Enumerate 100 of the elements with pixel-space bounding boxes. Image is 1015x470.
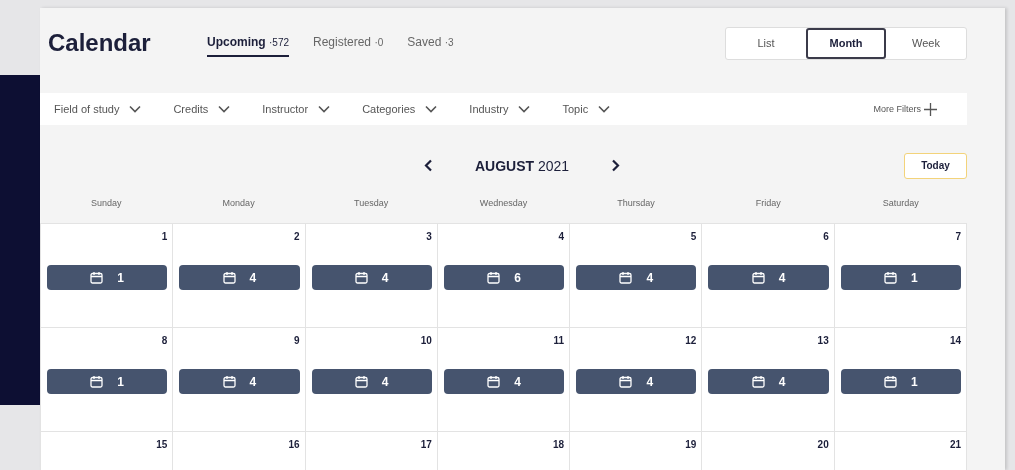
chevron-down-icon bbox=[218, 105, 231, 113]
view-toggle-button[interactable]: List bbox=[726, 27, 806, 59]
filter-dropdown[interactable]: Topic bbox=[562, 103, 611, 115]
day-cell[interactable]: 15 bbox=[41, 432, 174, 470]
day-number: 21 bbox=[949, 439, 961, 450]
month-label: AUGUST 2021 bbox=[474, 157, 570, 174]
day-number: 1 bbox=[161, 231, 168, 242]
day-cell[interactable]: 6 4 bbox=[702, 224, 835, 328]
day-cell[interactable]: 14 1 bbox=[834, 328, 967, 432]
event-count-button[interactable]: 4 bbox=[576, 265, 697, 290]
day-cell[interactable]: 16 bbox=[173, 432, 306, 470]
weekday-label: Sunday bbox=[89, 198, 123, 208]
weekday-label: Wednesday bbox=[478, 198, 529, 208]
day-number: 16 bbox=[288, 439, 300, 450]
filter-dropdown[interactable]: Industry bbox=[469, 103, 531, 115]
chevron-down-icon bbox=[518, 105, 531, 113]
event-count-button[interactable]: 4 bbox=[311, 369, 432, 394]
tab[interactable]: Registered ·0 bbox=[313, 29, 384, 57]
day-number: 12 bbox=[685, 335, 697, 346]
day-cell[interactable]: 2 4 bbox=[173, 224, 306, 328]
more-filters-button[interactable]: More Filters bbox=[873, 102, 937, 116]
next-month-button[interactable] bbox=[609, 157, 623, 174]
weekday-label: Friday bbox=[754, 198, 782, 208]
chevron-down-icon bbox=[318, 105, 331, 113]
event-count-button[interactable]: 4 bbox=[179, 265, 300, 290]
calendar-icon bbox=[751, 271, 765, 284]
day-number: 9 bbox=[294, 335, 300, 346]
tab[interactable]: Saved ·3 bbox=[407, 29, 454, 57]
calendar-icon bbox=[619, 271, 633, 284]
event-count-button[interactable]: 4 bbox=[576, 369, 697, 394]
day-cell[interactable]: 10 4 bbox=[305, 328, 438, 432]
day-number: 6 bbox=[823, 231, 829, 242]
event-count-button[interactable]: 1 bbox=[840, 265, 961, 290]
chevron-down-icon bbox=[598, 105, 611, 113]
day-cell[interactable]: 5 4 bbox=[570, 224, 703, 328]
day-cell[interactable]: 18 bbox=[437, 432, 571, 470]
day-cell[interactable]: 21 bbox=[834, 432, 967, 470]
event-count-button[interactable]: 1 bbox=[47, 265, 168, 290]
filter-dropdown[interactable]: Field of study bbox=[54, 103, 142, 115]
day-cell[interactable]: 19 bbox=[570, 432, 703, 470]
calendar-icon bbox=[222, 375, 236, 388]
day-cell[interactable]: 13 4 bbox=[702, 328, 835, 432]
day-number: 10 bbox=[420, 335, 432, 346]
calendar-icon bbox=[354, 271, 368, 284]
calendar-icon bbox=[487, 375, 501, 388]
day-number: 18 bbox=[553, 439, 565, 450]
event-count-button[interactable]: 4 bbox=[179, 369, 300, 394]
day-cell[interactable]: 3 4 bbox=[305, 224, 438, 328]
page-title: Calendar bbox=[48, 29, 152, 57]
event-count-button[interactable]: 4 bbox=[708, 265, 829, 290]
day-cell[interactable]: 4 6 bbox=[437, 224, 571, 328]
day-number: 4 bbox=[558, 231, 565, 242]
filter-dropdown[interactable]: Credits bbox=[173, 103, 231, 115]
calendar-icon bbox=[90, 271, 104, 284]
event-count-button[interactable]: 4 bbox=[708, 369, 829, 394]
calendar-icon bbox=[90, 375, 104, 388]
day-cell[interactable]: 17 bbox=[305, 432, 438, 470]
day-cell[interactable]: 9 4 bbox=[173, 328, 306, 432]
day-cell[interactable]: 1 1 bbox=[41, 224, 174, 328]
weekday-label: Saturday bbox=[881, 198, 920, 208]
day-cell[interactable]: 8 1 bbox=[41, 328, 174, 432]
day-number: 14 bbox=[949, 335, 961, 346]
weekday-label: Tuesday bbox=[352, 198, 390, 208]
day-number: 17 bbox=[420, 439, 432, 450]
event-count-button[interactable]: 4 bbox=[311, 265, 432, 290]
event-count-button[interactable]: 1 bbox=[840, 369, 961, 394]
calendar-icon bbox=[487, 271, 501, 284]
day-cell[interactable]: 12 4 bbox=[570, 328, 703, 432]
day-cell[interactable]: 11 4 bbox=[437, 328, 571, 432]
event-count-button[interactable]: 6 bbox=[443, 265, 565, 290]
calendar-icon bbox=[222, 271, 236, 284]
event-count-button[interactable]: 1 bbox=[47, 369, 168, 394]
weekday-label: Thursday bbox=[616, 198, 656, 208]
day-cell[interactable]: 7 1 bbox=[834, 224, 967, 328]
tab[interactable]: Upcoming ·572 bbox=[207, 29, 289, 57]
day-number: 8 bbox=[161, 335, 168, 346]
filter-dropdown[interactable]: Instructor bbox=[262, 103, 331, 115]
day-number: 3 bbox=[426, 231, 432, 242]
calendar-icon bbox=[884, 271, 897, 284]
today-button[interactable]: Today bbox=[904, 152, 967, 179]
day-cell[interactable]: 20 bbox=[702, 432, 835, 470]
calendar-icon bbox=[751, 375, 765, 388]
chevron-down-icon bbox=[129, 105, 142, 113]
day-number: 13 bbox=[817, 335, 829, 346]
view-toggle-button[interactable]: Month bbox=[806, 27, 886, 59]
day-number: 15 bbox=[156, 439, 168, 450]
previous-month-button[interactable] bbox=[421, 157, 435, 174]
chevron-down-icon bbox=[425, 105, 438, 113]
calendar-icon bbox=[354, 375, 368, 388]
view-toggle-button[interactable]: Week bbox=[886, 27, 966, 59]
plus-icon bbox=[924, 102, 937, 116]
calendar-icon bbox=[884, 375, 897, 388]
filter-dropdown[interactable]: Categories bbox=[362, 103, 438, 115]
day-number: 19 bbox=[685, 439, 697, 450]
day-number: 5 bbox=[690, 231, 697, 242]
weekday-label: Monday bbox=[221, 198, 256, 208]
day-number: 7 bbox=[955, 231, 961, 242]
event-count-button[interactable]: 4 bbox=[443, 369, 565, 394]
day-number: 11 bbox=[553, 335, 565, 346]
day-number: 2 bbox=[294, 231, 300, 242]
